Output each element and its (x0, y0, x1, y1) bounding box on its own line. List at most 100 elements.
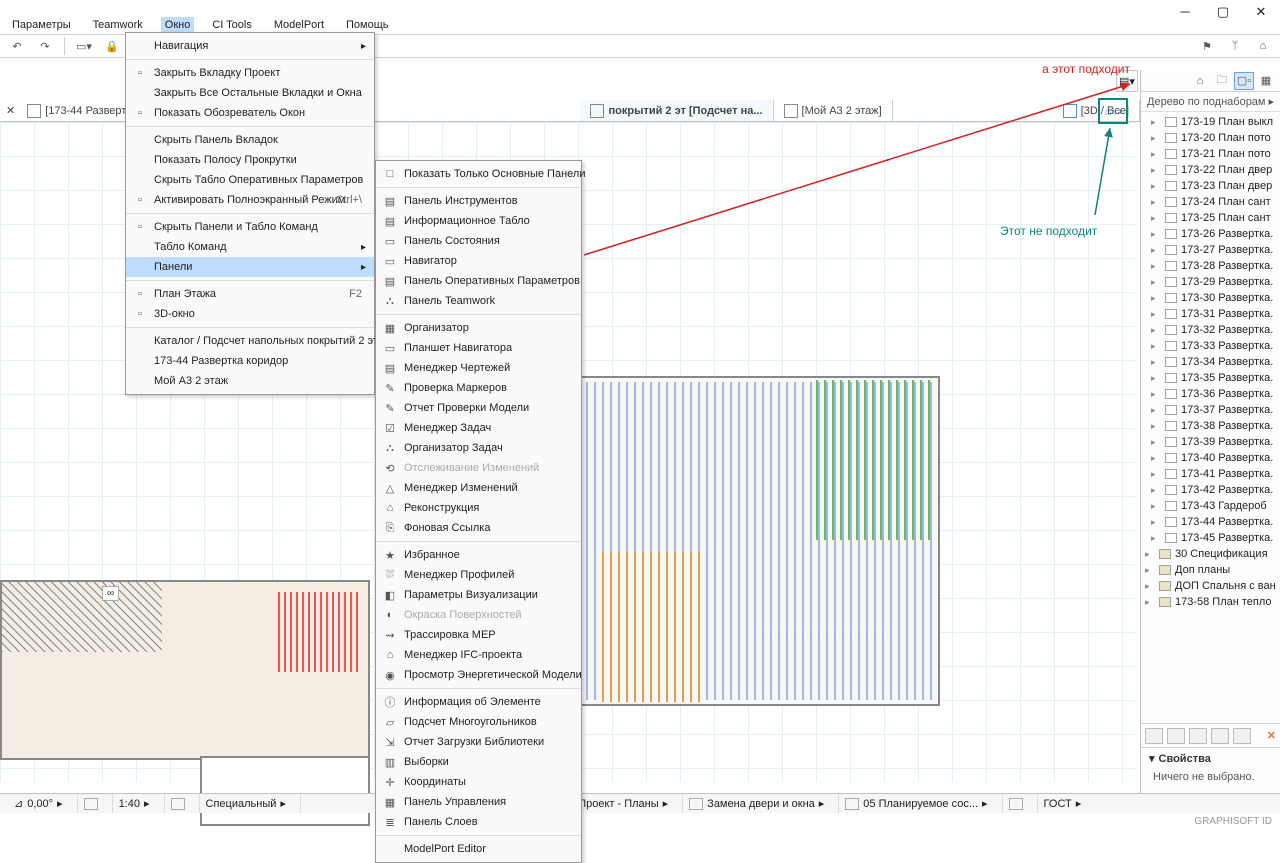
tree-folder[interactable]: ▸173-58 План тепло (1141, 594, 1280, 610)
tree-item[interactable]: ▸173-20 План пото (1141, 130, 1280, 146)
chevron-down-icon[interactable]: ▾ (1149, 752, 1155, 765)
zoom-icon[interactable] (171, 798, 185, 810)
tree-item[interactable]: ▸173-38 Развертка. (1141, 418, 1280, 434)
nav-book-icon[interactable]: ▢▫ (1234, 72, 1254, 90)
select-tool-icon[interactable]: ▭▾ (73, 37, 95, 55)
hierarchy-icon[interactable]: ᛘ (1224, 37, 1246, 55)
tree-item[interactable]: ▸173-31 Развертка. (1141, 306, 1280, 322)
menu-teamwork[interactable]: Teamwork (89, 17, 147, 33)
submenu-item[interactable]: ▥Выборки (376, 752, 581, 772)
submenu-item[interactable]: ▦Организатор (376, 318, 581, 338)
menu-item[interactable]: Скрыть Панель Вкладок (126, 130, 374, 150)
nav-grid-icon[interactable]: ▦ (1256, 72, 1276, 90)
tab-1[interactable]: [173-44 Разверт (45, 105, 126, 117)
std-icon[interactable] (1009, 798, 1023, 810)
menu-item[interactable]: ▫План ЭтажаF2 (126, 284, 374, 304)
submenu-item[interactable]: ▤Панель Инструментов (376, 191, 581, 211)
tree-item[interactable]: ▸173-42 Развертка. (1141, 482, 1280, 498)
tree-item[interactable]: ▸173-27 Развертка. (1141, 242, 1280, 258)
tab-close-icon[interactable]: ✕ (0, 104, 21, 117)
menu-item[interactable]: Навигация▸ (126, 36, 374, 56)
tab-a3-floor2[interactable]: [Мой А3 2 этаж] (774, 100, 893, 121)
menu-item[interactable]: ▫Закрыть Вкладку Проект (126, 63, 374, 83)
tree-item[interactable]: ▸173-28 Развертка. (1141, 258, 1280, 274)
tree-item[interactable]: ▸173-39 Развертка. (1141, 434, 1280, 450)
submenu-item[interactable]: ⇝Трассировка MEP (376, 625, 581, 645)
tree-item[interactable]: ▸173-45 Развертка. (1141, 530, 1280, 546)
footer-brand[interactable]: GRAPHISOFT ID (1194, 816, 1272, 827)
undo-icon[interactable]: ↶ (6, 37, 28, 55)
submenu-item[interactable]: ▤Панель Оперативных Параметров (376, 271, 581, 291)
submenu-item[interactable]: ◉Просмотр Энергетической Модели (376, 665, 581, 685)
tree-item[interactable]: ▸173-37 Развертка. (1141, 402, 1280, 418)
submenu-item[interactable]: ⌂Менеджер IFC-проекта (376, 645, 581, 665)
tree-item[interactable]: ▸173-44 Развертка. (1141, 514, 1280, 530)
flag-icon[interactable]: ⚑ (1196, 37, 1218, 55)
tree-item[interactable]: ▸173-33 Развертка. (1141, 338, 1280, 354)
submenu-item[interactable]: ⌂Реконструкция (376, 498, 581, 518)
submenu-item[interactable]: ▭Навигатор (376, 251, 581, 271)
tree-folder[interactable]: ▸ДОП Спальня с ван (1141, 578, 1280, 594)
submenu-item[interactable]: ▭Планшет Навигатора (376, 338, 581, 358)
submenu-item[interactable]: ▱Подсчет Многоугольников (376, 712, 581, 732)
tab-cover-calc[interactable]: покрытий 2 эт [Подсчет на... (580, 100, 773, 121)
nav-btn-1[interactable] (1145, 728, 1163, 744)
menu-item[interactable]: ▫Показать Обозреватель Окон (126, 103, 374, 123)
submenu-item[interactable]: ⛬Панель Teamwork (376, 291, 581, 311)
menu-item[interactable]: 173-44 Развертка коридор (126, 351, 374, 371)
submenu-item[interactable]: ✎Отчет Проверки Модели (376, 398, 581, 418)
menu-modelport[interactable]: ModelPort (270, 17, 328, 33)
menu-item[interactable]: Панели▸ (126, 257, 374, 277)
tree-item[interactable]: ▸173-23 План двер (1141, 178, 1280, 194)
menu-item[interactable]: Показать Полосу Прокрутки (126, 150, 374, 170)
status-plotset[interactable]: Специальный ▸ (199, 794, 292, 813)
tree-item[interactable]: ▸173-29 Развертка. (1141, 274, 1280, 290)
tree-item[interactable]: ▸173-41 Развертка. (1141, 466, 1280, 482)
menu-item[interactable]: Скрыть Табло Оперативных Параметров (126, 170, 374, 190)
nav-btn-3[interactable] (1189, 728, 1207, 744)
tree-item[interactable]: ▸173-25 План сант (1141, 210, 1280, 226)
menu-item[interactable]: Каталог / Подсчет напольных покрытий 2 э… (126, 331, 374, 351)
submenu-item[interactable]: ▤Менеджер Чертежей (376, 358, 581, 378)
status-standard[interactable]: ГОСТ ▸ (1037, 794, 1088, 813)
menu-item[interactable]: ▫Активировать Полноэкранный РежимCtrl+\ (126, 190, 374, 210)
status-view-2[interactable]: Замена двери и окна ▸ (682, 794, 830, 813)
nav-folder-icon[interactable]: 🗀 (1212, 72, 1232, 90)
submenu-item[interactable]: ⛬Организатор Задач (376, 438, 581, 458)
submenu-item[interactable]: ✎Проверка Маркеров (376, 378, 581, 398)
tree-item[interactable]: ▸173-40 Развертка. (1141, 450, 1280, 466)
home-icon[interactable]: ⌂ (1252, 37, 1274, 55)
tree-item[interactable]: ▸173-43 Гардероб (1141, 498, 1280, 514)
redo-icon[interactable]: ↷ (34, 37, 56, 55)
tree-item[interactable]: ▸173-35 Развертка. (1141, 370, 1280, 386)
tree-item[interactable]: ▸173-22 План двер (1141, 162, 1280, 178)
ruler-icon[interactable] (84, 798, 98, 810)
submenu-item[interactable]: ▤Информационное Табло (376, 211, 581, 231)
tree-item[interactable]: ▸173-21 План пото (1141, 146, 1280, 162)
submenu-item[interactable]: ModelPort Editor (376, 839, 581, 859)
navigator-title-row[interactable]: Дерево по поднаборам▸ (1141, 92, 1280, 112)
tree-folder[interactable]: ▸Доп планы (1141, 562, 1280, 578)
submenu-item[interactable]: ⎘Фоновая Ссылка (376, 518, 581, 538)
tree-item[interactable]: ▸173-30 Развертка. (1141, 290, 1280, 306)
tree-item[interactable]: ▸173-34 Развертка. (1141, 354, 1280, 370)
tree-item[interactable]: ▸173-24 План сант (1141, 194, 1280, 210)
tree-item[interactable]: ▸173-36 Развертка. (1141, 386, 1280, 402)
status-view-3[interactable]: 05 Планируемое сос... ▸ (838, 794, 993, 813)
submenu-item[interactable]: ☑Менеджер Задач (376, 418, 581, 438)
submenu-item[interactable]: △Менеджер Изменений (376, 478, 581, 498)
menu-okno[interactable]: Окно (161, 17, 195, 33)
menu-item[interactable]: ▫Скрыть Панели и Табло Команд (126, 217, 374, 237)
menu-ci-tools[interactable]: CI Tools (208, 17, 256, 33)
navigator-tree[interactable]: ▸173-19 План выкл▸173-20 План пото▸173-2… (1141, 112, 1280, 723)
nav-btn-2[interactable] (1167, 728, 1185, 744)
tree-item[interactable]: ▸173-32 Развертка. (1141, 322, 1280, 338)
menu-item[interactable]: Табло Команд▸ (126, 237, 374, 257)
lock-icon[interactable]: 🔒 (101, 37, 123, 55)
submenu-item[interactable]: □Показать Только Основные Панели (376, 164, 581, 184)
menu-item[interactable]: ▫3D-окно (126, 304, 374, 324)
menu-item[interactable]: Закрыть Все Остальные Вкладки и Окна (126, 83, 374, 103)
status-scale[interactable]: 1:40 ▸ (112, 794, 156, 813)
submenu-item[interactable]: ⇲Отчет Загрузки Библиотеки (376, 732, 581, 752)
menu-item[interactable]: Мой A3 2 этаж (126, 371, 374, 391)
